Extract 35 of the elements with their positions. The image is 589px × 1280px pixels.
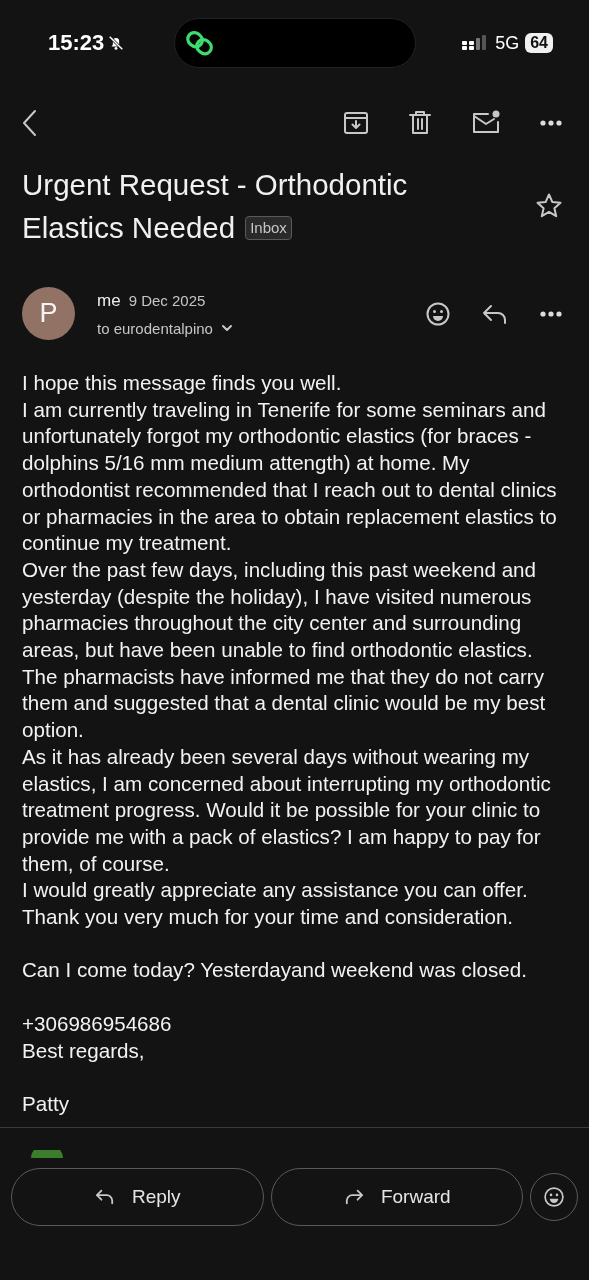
body-paragraph: Can I come today? Yesterdayand weekend was closed.: [22, 957, 528, 984]
clock-time: 15:23: [48, 30, 105, 56]
battery-indicator: 64: [525, 33, 553, 53]
reply-icon: [93, 1188, 116, 1206]
recipient-text[interactable]: to eurodentalpino: [97, 319, 213, 337]
body-paragraph: As it has already been several days without wearing my elastics, I am concerned about interrupting my orthodontic treatment progress. Would it be possible for your clinic to provide me with a pack of elastics? I am happy to pay for them, of course.: [22, 743, 552, 877]
chevron-down-icon[interactable]: [220, 324, 233, 332]
mail-unread-icon[interactable]: [471, 110, 501, 136]
body-paragraph: +306986954686: [22, 1010, 173, 1037]
trash-icon[interactable]: [407, 110, 433, 136]
body-paragraph: I would greatly appreciate any assistance you can offer.: [22, 877, 529, 904]
body-paragraph: I am currently traveling in Tenerife for some seminars and unfortunately forgot my orthodontic elastics (for braces - dolphins 5/16 mm medium attength) at home. My orthodontist recommended that I reach out to dental clinics or pharmacies in the area to obtain replacement elastics to continue my treatment.: [22, 396, 558, 557]
network-label: 5G: [495, 32, 520, 54]
reply-button[interactable]: Reply: [11, 1168, 264, 1226]
body-paragraph: Thank you very much for your time and consideration.: [22, 904, 515, 931]
email-subject: Elastics Needed: [22, 210, 236, 246]
emoji-button[interactable]: [530, 1173, 578, 1221]
link-rings-icon: [184, 28, 215, 58]
forward-button[interactable]: Forward: [270, 1168, 523, 1226]
avatar: P: [22, 287, 75, 340]
more-icon[interactable]: [539, 119, 563, 127]
inbox-label: Inbox: [245, 215, 292, 240]
emoji-icon: [543, 1186, 565, 1208]
archive-icon[interactable]: [343, 110, 369, 136]
body-paragraph: Best regards,: [22, 1037, 146, 1064]
body-paragraph: I hope this message finds you well.: [22, 370, 343, 396]
body-paragraph: Over the past few days, including this past weekend and yesterday (despite the holiday), I have visited numerous pharmacies throughout the city center and surrounding areas, but have been unable to find orthodontic elastics. The pharmacists have informed me that they do not carry them and suggested that a dental clinic would be my best option.: [22, 556, 547, 744]
email-subject: Urgent Request - Orthodontic: [22, 167, 408, 203]
star-icon[interactable]: [535, 192, 563, 220]
body-paragraph: Patty: [22, 1090, 70, 1117]
message-date: 9 Dec 2025: [128, 292, 206, 309]
bell-slash-icon: [107, 34, 126, 52]
more-icon[interactable]: [539, 309, 563, 318]
emoji-icon[interactable]: [425, 300, 451, 327]
sender-name: me: [97, 290, 121, 311]
